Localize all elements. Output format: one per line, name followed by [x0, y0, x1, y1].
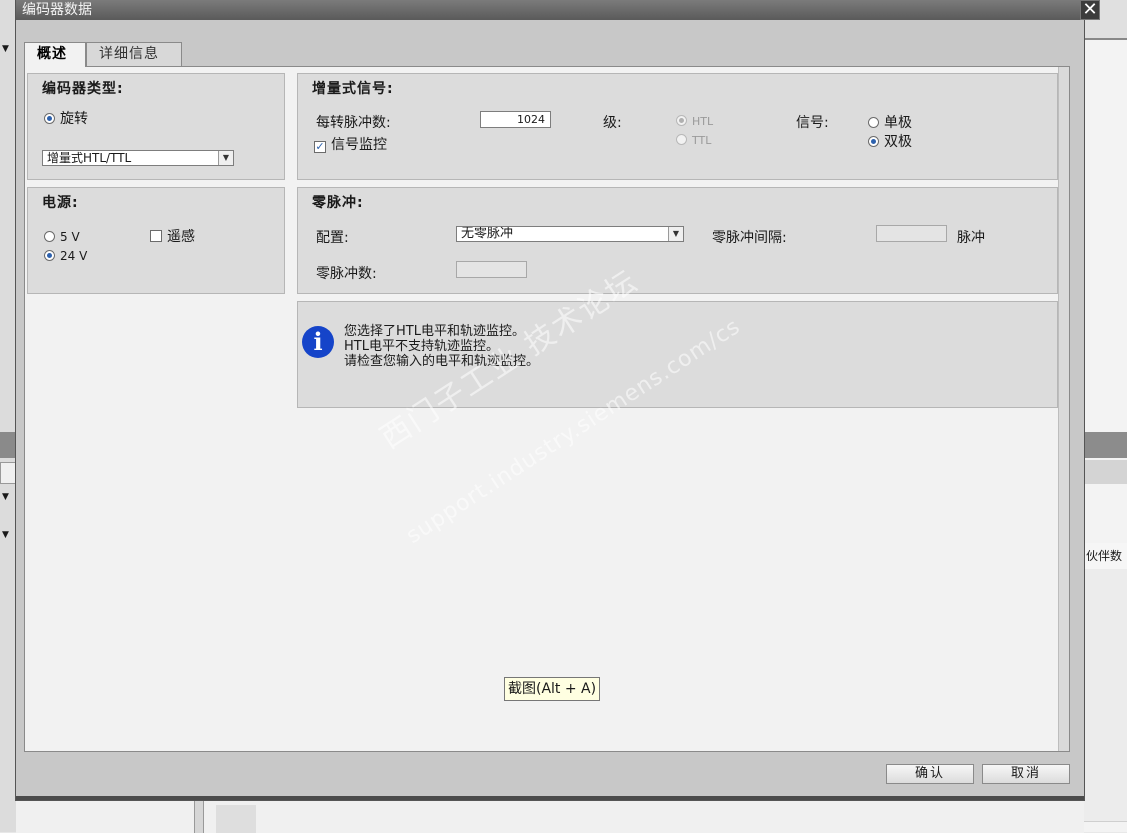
radio-selected-icon: [44, 250, 55, 261]
table-row: [1084, 803, 1127, 822]
level-label: 级:: [603, 115, 622, 131]
encoder-type-select[interactable]: 增量式HTL/TTL ▼: [42, 150, 234, 166]
close-button[interactable]: ✕: [1080, 0, 1100, 20]
tab-details[interactable]: 详细信息: [86, 42, 182, 66]
screenshot-tooltip: 截图(Alt + A): [504, 677, 601, 701]
table-row: [1084, 623, 1127, 642]
group-title: 零脉冲:: [312, 195, 364, 211]
signal-bipolar-radio[interactable]: 双极: [868, 131, 912, 151]
zero-pulse-count-label: 零脉冲数:: [316, 266, 377, 282]
ok-button[interactable]: 确认: [886, 764, 974, 784]
dialog-bottom-edge: [16, 796, 1084, 800]
radio-icon: [44, 231, 55, 242]
tab-content-panel: 编码器类型: 旋转 增量式HTL/TTL ▼ 增量式信号: 每转脉冲数: 102…: [24, 66, 1070, 752]
pulses-per-rev-input[interactable]: 1024: [480, 111, 551, 128]
table-row: [1084, 605, 1127, 624]
table-row: [1084, 587, 1127, 606]
chevron-down-icon: ▼: [218, 151, 233, 165]
table-row: [1084, 713, 1127, 732]
signal-monitor-checkbox[interactable]: ✓ 信号监控: [314, 134, 387, 154]
power-supply-group: 电源: 5 V 24 V 遥感: [27, 187, 285, 294]
background-right-bar: [1084, 460, 1127, 484]
radio-selected-icon: [44, 113, 55, 124]
incremental-signal-group: 增量式信号: 每转脉冲数: 1024 ✓ 信号监控 级: HTL TTL 信号: …: [297, 73, 1058, 180]
zero-pulse-interval-label: 零脉冲间隔:: [712, 230, 787, 246]
zero-pulse-interval-unit: 脉冲: [957, 230, 985, 246]
table-row: [1084, 659, 1127, 678]
info-line: 您选择了HTL电平和轨迹监控。: [344, 324, 525, 339]
info-line: HTL电平不支持轨迹监控。: [344, 339, 499, 354]
zero-pulse-count-input: [456, 261, 527, 278]
splitter[interactable]: [194, 801, 204, 833]
dialog-title: 编码器数据: [22, 2, 92, 18]
background-right-panel: 伙伴数: [1084, 0, 1127, 832]
table-row: [1084, 641, 1127, 660]
background-column-header: 伙伴数: [1084, 543, 1127, 569]
group-title: 编码器类型:: [42, 81, 124, 97]
table-row: [1084, 695, 1127, 714]
radio-selected-icon: [868, 136, 879, 147]
info-line: 请检查您输入的电平和轨迹监控。: [344, 354, 540, 369]
background-left-panel: ▼ ▼ ▼: [0, 0, 16, 832]
pulses-per-rev-label: 每转脉冲数:: [316, 115, 391, 131]
checkbox-icon: [150, 230, 162, 242]
encoder-type-group: 编码器类型: 旋转 增量式HTL/TTL ▼: [27, 73, 285, 180]
level-htl-radio: HTL: [676, 115, 713, 128]
group-title: 电源:: [42, 195, 79, 211]
info-message-box: i 您选择了HTL电平和轨迹监控。 HTL电平不支持轨迹监控。 请检查您输入的电…: [297, 301, 1058, 408]
zero-pulse-config-select[interactable]: 无零脉冲 ▼: [456, 226, 684, 242]
table-row: [1084, 767, 1127, 786]
zero-pulse-interval-input: [876, 225, 947, 242]
background-bottom-strip: [16, 800, 1084, 833]
radio-selected-icon: [676, 115, 687, 126]
background-cell: [216, 805, 256, 833]
close-icon: ✕: [1082, 0, 1098, 20]
tab-overview[interactable]: 概述: [24, 42, 86, 67]
chevron-down-icon[interactable]: ▼: [2, 530, 9, 540]
background-left-field: [0, 462, 16, 484]
chevron-down-icon[interactable]: ▼: [2, 44, 9, 54]
table-row: [1084, 749, 1127, 768]
level-ttl-radio: TTL: [676, 134, 711, 147]
info-message: 您选择了HTL电平和轨迹监控。 HTL电平不支持轨迹监控。 请检查您输入的电平和…: [344, 324, 539, 369]
table-row: [1084, 731, 1127, 750]
table-row: [1084, 569, 1127, 588]
chevron-down-icon[interactable]: ▼: [2, 492, 9, 502]
info-icon: i: [302, 326, 334, 358]
chevron-down-icon: ▼: [668, 227, 683, 241]
dialog-title-bar[interactable]: 编码器数据 ✕: [16, 0, 1100, 20]
remote-sense-checkbox[interactable]: 遥感: [150, 226, 195, 246]
group-title: 增量式信号:: [312, 81, 394, 97]
cancel-button[interactable]: 取消: [982, 764, 1070, 784]
rotation-radio[interactable]: 旋转: [44, 108, 88, 128]
zero-pulse-group: 零脉冲: 配置: 无零脉冲 ▼ 零脉冲间隔: 脉冲 零脉冲数:: [297, 187, 1058, 294]
signal-unipolar-radio[interactable]: 单极: [868, 112, 912, 132]
signal-label: 信号:: [796, 115, 829, 131]
zero-pulse-config-label: 配置:: [316, 230, 349, 246]
background-right-dark-bar: [1084, 432, 1127, 458]
radio-icon: [676, 134, 687, 145]
power-5v-radio[interactable]: 5 V: [44, 230, 80, 244]
power-24v-radio[interactable]: 24 V: [44, 249, 87, 263]
radio-icon: [868, 117, 879, 128]
table-row: [1084, 677, 1127, 696]
table-row: [1084, 785, 1127, 804]
background-left-header: [0, 432, 16, 458]
checkmark-icon: ✓: [314, 140, 326, 153]
vertical-scrollbar[interactable]: [1058, 67, 1069, 751]
